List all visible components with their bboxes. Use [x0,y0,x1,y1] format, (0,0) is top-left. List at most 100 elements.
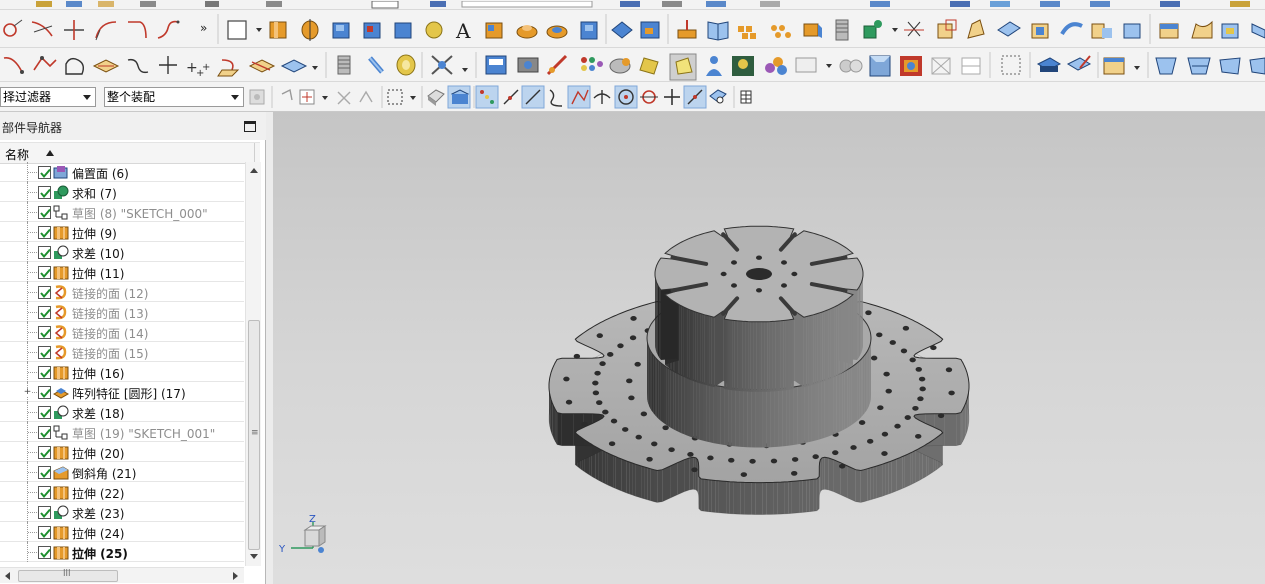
material-icon[interactable] [669,53,697,81]
tree-node[interactable]: 求差 (18) [0,402,244,422]
lasso-icon[interactable] [299,89,328,105]
solid-body-icon[interactable] [447,85,471,109]
tree-node[interactable]: 拉伸 (11) [0,262,244,282]
scroll-thumb[interactable]: ≡ [248,320,260,550]
visibility-checkbox[interactable] [38,246,51,259]
visibility-checkbox[interactable] [38,166,51,179]
tree-node[interactable]: 拉伸 (16) [0,362,244,382]
tree-node[interactable]: + 阵列特征 [圆形] (17) [0,382,244,402]
tools-icon[interactable] [431,55,468,75]
cube-icon[interactable] [869,55,891,77]
tree-node[interactable]: 拉伸 (25) [0,542,244,562]
graphics-viewport[interactable]: Z Y [273,112,1265,584]
offset-curve-icon[interactable] [280,59,318,73]
light-icon[interactable] [639,57,659,75]
tree-node[interactable]: 拉伸 (22) [0,482,244,502]
visibility-checkbox[interactable] [38,266,51,279]
movie-icon[interactable] [485,55,507,75]
rectangle-icon[interactable] [227,20,262,40]
tree-node[interactable]: 求差 (23) [0,502,244,522]
more-icon[interactable]: » [200,21,207,35]
tree-node[interactable]: 草图 (19) "SKETCH_001" [0,422,244,442]
spring-coil-icon[interactable] [368,56,384,74]
spline-icon[interactable] [157,20,180,39]
visibility-checkbox[interactable] [38,506,51,519]
visibility-checkbox[interactable] [38,206,51,219]
visibility-checkbox[interactable] [38,486,51,499]
visibility-checkbox[interactable] [38,306,51,319]
extend-curve-icon[interactable] [64,20,84,40]
visibility-checkbox[interactable] [38,366,51,379]
tree-node[interactable]: 链接的面 (14) [0,322,244,342]
splitter[interactable] [266,112,273,584]
text-icon[interactable]: A [455,19,471,43]
hidden-icon[interactable] [961,57,981,75]
studio-icon[interactable] [732,56,754,76]
tree-node[interactable]: 草图 (8) "SKETCH_000" [0,202,244,222]
swept-surface-icon[interactable] [1031,23,1049,39]
column-header-name[interactable]: 名称 [0,142,260,165]
visibility-checkbox[interactable] [38,326,51,339]
corner-icon[interactable] [128,21,147,39]
perpendicular-icon[interactable] [593,90,611,104]
scroll-down-icon[interactable] [250,554,258,559]
part-model[interactable] [273,112,1265,584]
boss-icon[interactable] [516,25,538,39]
tree-node[interactable]: 偏置面 (6) [0,162,244,182]
surface-icon[interactable] [1155,57,1177,75]
offset-icon[interactable] [640,21,660,39]
person-icon[interactable] [706,56,722,76]
line-snap-icon[interactable] [503,89,519,105]
edit-icon[interactable] [1066,55,1092,71]
pattern-icon[interactable] [738,26,756,39]
tree-node[interactable]: 链接的面 (13) [0,302,244,322]
visibility-checkbox[interactable] [38,466,51,479]
boolean-icon[interactable] [835,19,849,41]
visibility-checkbox[interactable] [38,526,51,539]
visibility-checkbox[interactable] [38,226,51,239]
surface4-icon[interactable] [1249,57,1265,75]
intersect-icon[interactable] [248,59,276,73]
tape-icon[interactable] [396,54,416,76]
visibility-checkbox[interactable] [38,546,51,559]
move-icon[interactable] [337,91,351,105]
split-icon[interactable] [863,20,898,39]
sew-icon[interactable] [1123,23,1141,39]
blend-icon[interactable] [997,21,1021,37]
arc-icon[interactable] [3,56,24,74]
tree-node[interactable]: 拉伸 (24) [0,522,244,542]
cone-icon[interactable] [394,22,412,39]
measure-icon[interactable] [709,89,727,104]
view-icon[interactable] [1103,57,1140,75]
texture-icon[interactable] [900,56,922,76]
select-all-icon[interactable] [249,89,265,105]
midpoint-icon[interactable] [567,85,591,109]
block-icon[interactable] [332,22,350,39]
dimension-icon[interactable] [127,58,149,74]
emboss-icon[interactable] [611,21,633,39]
surface3-icon[interactable] [1219,57,1241,75]
maximize-icon[interactable] [244,121,256,132]
box-icon[interactable] [904,21,924,37]
spheres-icon[interactable] [765,57,787,75]
fill-icon[interactable] [1159,23,1179,39]
tree-node[interactable]: 求和 (7) [0,182,244,202]
cylinder-icon[interactable] [363,22,381,39]
face-icon[interactable] [1091,23,1112,39]
plane-icon[interactable] [92,59,120,73]
brush-icon[interactable] [546,54,568,76]
intersection-icon[interactable] [664,89,680,105]
trim-curve-icon[interactable] [31,21,53,37]
shell-icon[interactable] [967,19,985,39]
snap-icon[interactable] [281,88,293,101]
surface-edge-icon[interactable] [1251,23,1265,39]
point-set-icon[interactable]: +++ [186,60,210,79]
revolve-icon[interactable] [301,19,319,41]
center-icon[interactable] [614,85,638,109]
box-select-icon[interactable] [387,89,416,105]
tree-node[interactable]: 拉伸 (20) [0,442,244,462]
tree-node[interactable]: 拉伸 (9) [0,222,244,242]
tree-node[interactable]: 倒斜角 (21) [0,462,244,482]
vertical-scrollbar[interactable]: ≡ [245,162,261,566]
polyline-icon[interactable] [33,56,57,71]
